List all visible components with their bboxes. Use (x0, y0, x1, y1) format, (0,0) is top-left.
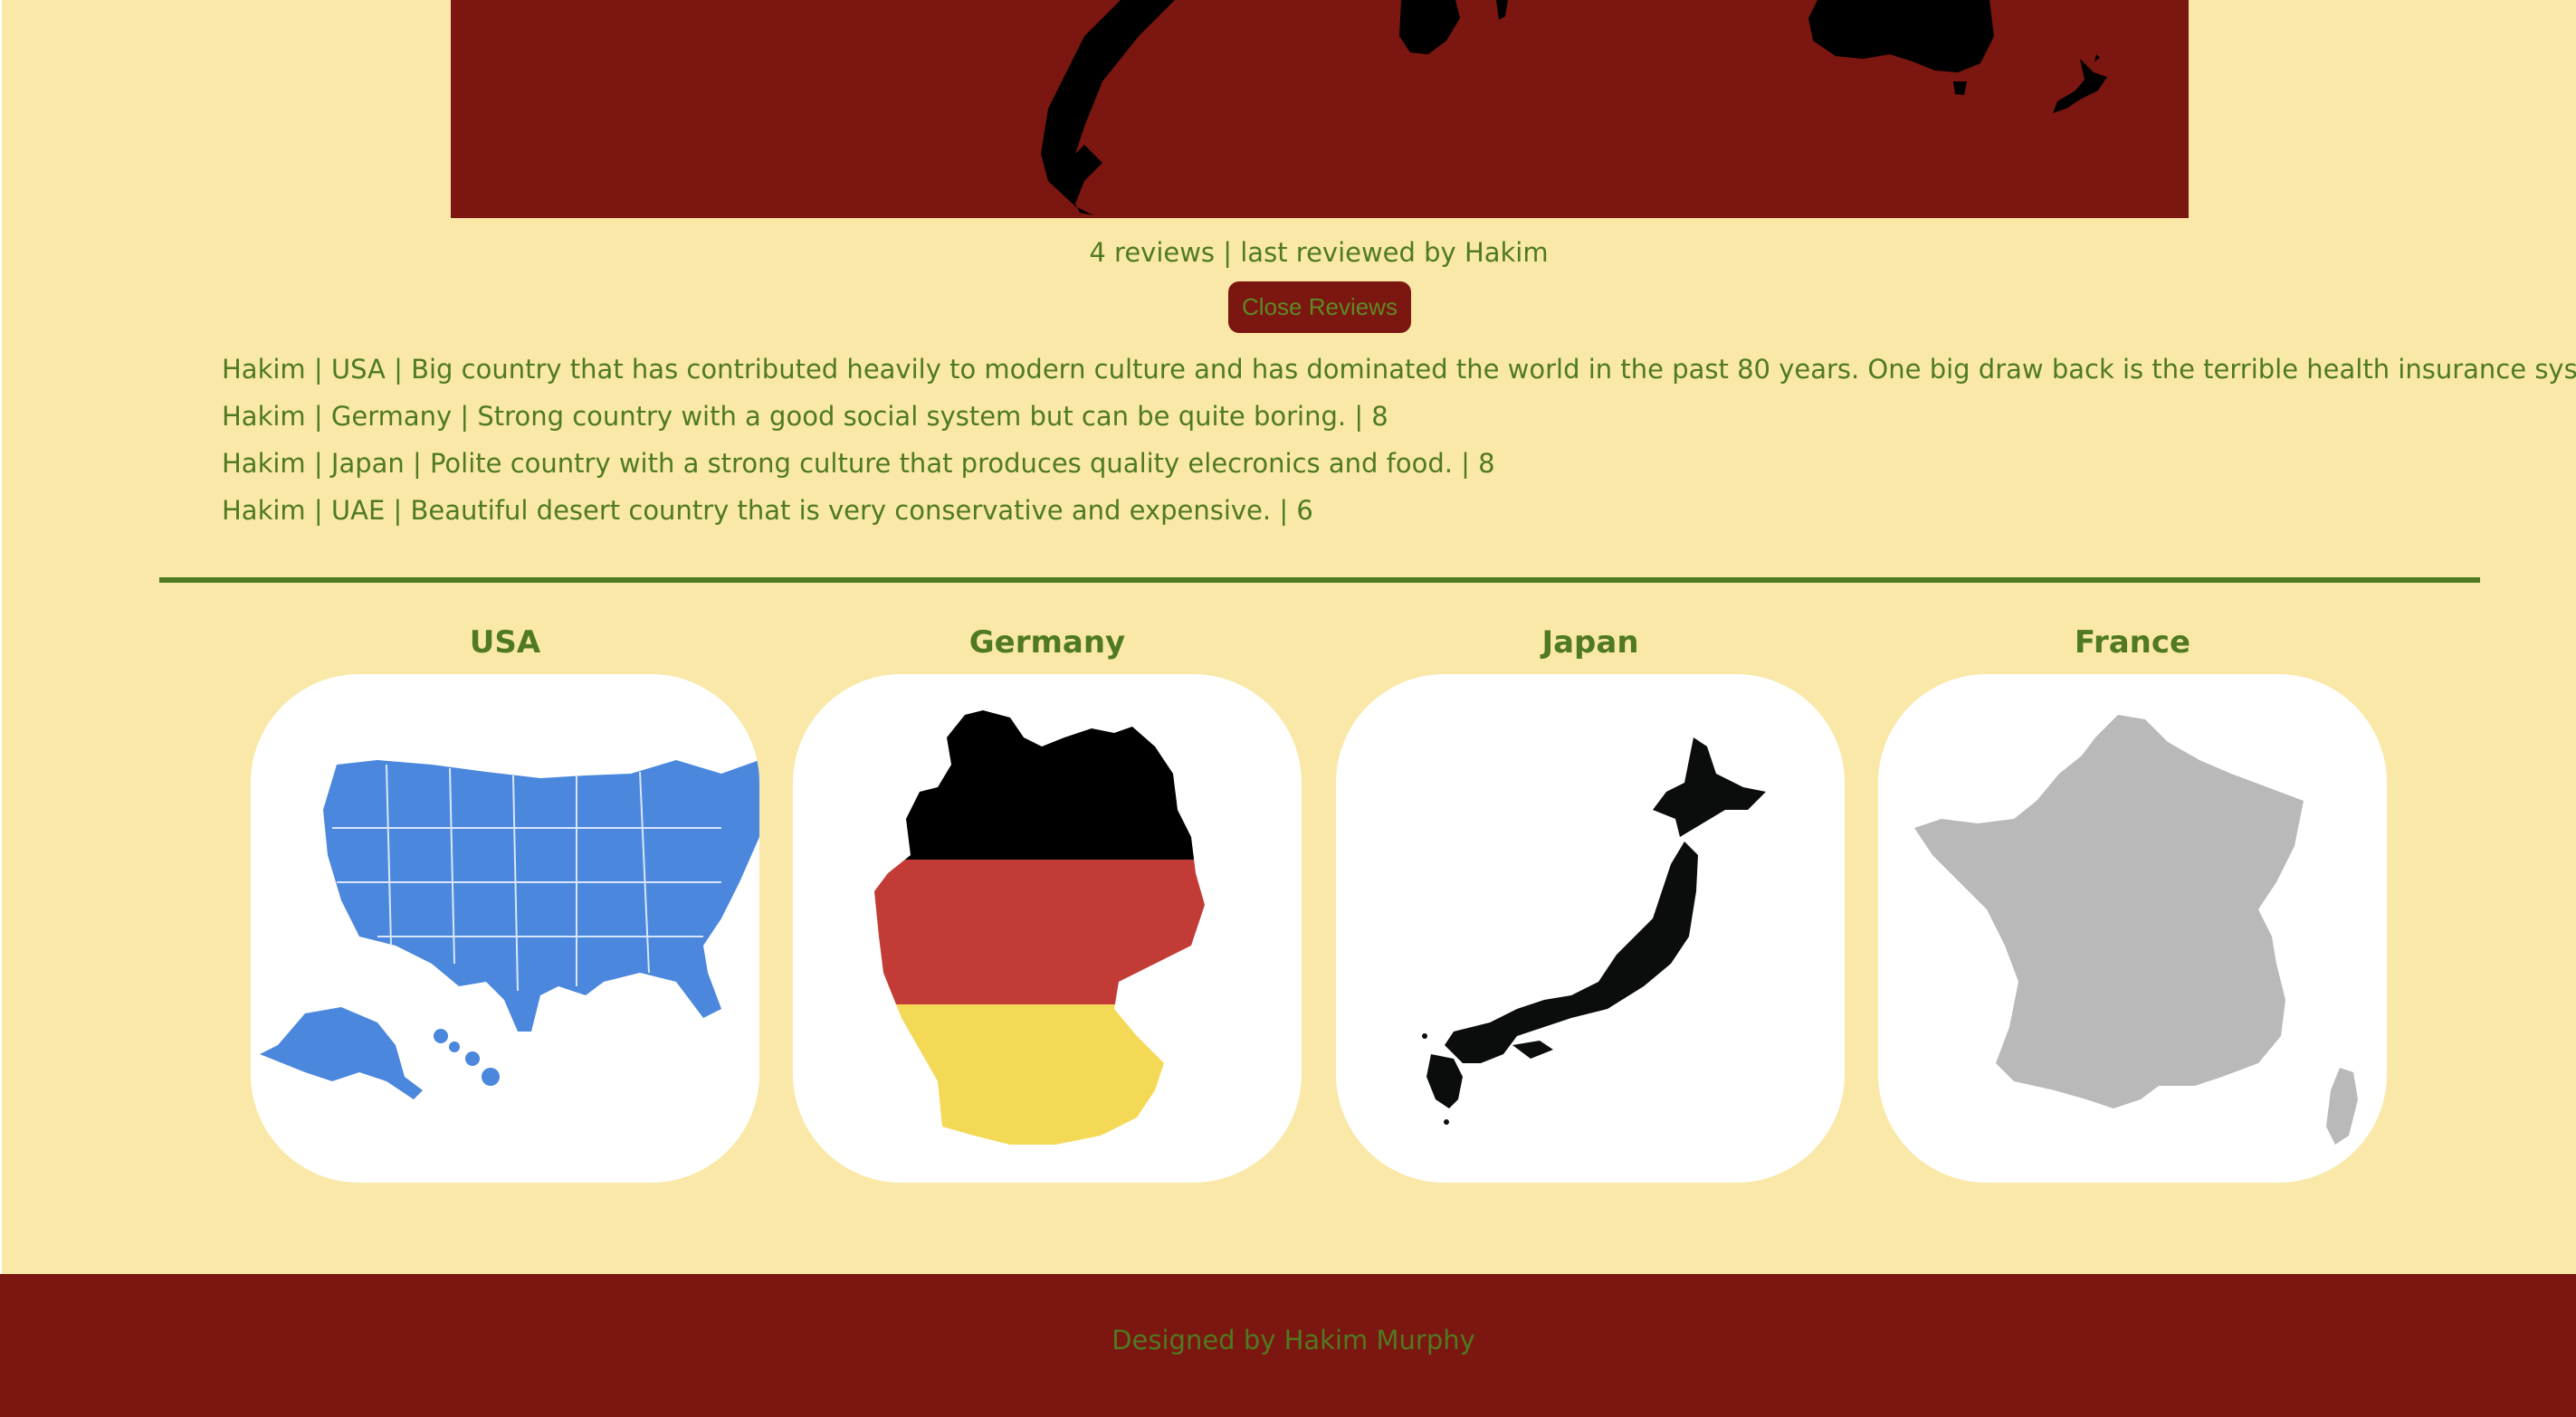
country-map-frame[interactable] (1878, 674, 2387, 1183)
close-reviews-button[interactable]: Close Reviews (1228, 281, 1411, 333)
country-name: Japan (1541, 624, 1639, 661)
country-map-frame[interactable] (1336, 674, 1845, 1183)
country-map-frame[interactable] (251, 674, 759, 1183)
usa-map-icon (260, 760, 759, 1099)
country-name: France (2074, 624, 2191, 661)
japan-map-icon (1422, 737, 1766, 1125)
review-item: Hakim | UAE | Beautiful desert country t… (222, 495, 1313, 526)
country-card-germany[interactable]: Germany (793, 615, 1302, 1183)
france-map-icon (1914, 715, 2358, 1145)
country-name: Germany (968, 624, 1126, 661)
footer: Designed by Hakim Murphy (0, 1274, 2576, 1417)
section-divider (159, 577, 2480, 583)
review-item: Hakim | Germany | Strong country with a … (222, 401, 1388, 432)
review-item: Hakim | Japan | Polite country with a st… (222, 448, 1495, 479)
country-map-frame[interactable] (793, 674, 1302, 1183)
germany-map-icon (874, 710, 1205, 1145)
world-map-banner (451, 0, 2189, 218)
reviews-summary: 4 reviews | last reviewed by Hakim (1089, 237, 1549, 268)
world-map-icon (451, 0, 2189, 218)
review-item: Hakim | USA | Big country that has contr… (222, 354, 2576, 385)
page: 4 reviews | last reviewed by Hakim Close… (0, 0, 2576, 1417)
footer-credit: Designed by Hakim Murphy (1111, 1325, 1475, 1355)
country-card-france[interactable]: France (1878, 615, 2387, 1183)
country-cards: USA Germany Japan France (0, 615, 2576, 1194)
review-list: Hakim | USA | Big country that has contr… (222, 348, 2576, 537)
country-card-japan[interactable]: Japan (1336, 615, 1845, 1183)
country-card-usa[interactable]: USA (251, 615, 759, 1183)
country-name: USA (469, 624, 541, 661)
